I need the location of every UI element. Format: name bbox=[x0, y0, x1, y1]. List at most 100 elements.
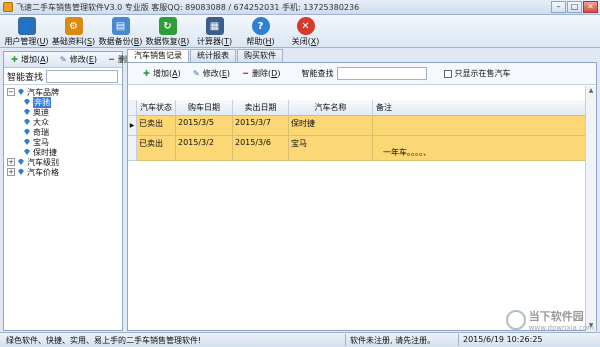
column-header[interactable]: 汽车名称 bbox=[289, 100, 373, 116]
user-management-button[interactable]: 👤 用户管理(U) bbox=[3, 15, 50, 48]
restore-icon: ↻ bbox=[158, 17, 177, 35]
maximize-button[interactable]: □ bbox=[567, 1, 582, 13]
edit-record-button[interactable]: ✎ 修改(E) bbox=[188, 67, 234, 80]
app-icon bbox=[3, 2, 13, 12]
tree-node-bmw[interactable]: 宝马 bbox=[7, 137, 122, 147]
category-search: 智能查找 bbox=[4, 68, 122, 85]
table-row[interactable]: 已卖出 2015/3/2 2015/3/6 宝马 一年车。。。。、 bbox=[128, 136, 586, 161]
window-title: 飞速二手车销售管理软件V3.0 专业版 客服QQ: 89083088 / 674… bbox=[16, 3, 360, 12]
diamond-icon bbox=[24, 109, 30, 115]
main-toolbar: 👤 用户管理(U) ⚙ 基础资料(S) ▤ 数据备份(B) ↻ 数据恢复(R) … bbox=[0, 15, 600, 48]
calculator-icon: ▦ bbox=[205, 17, 224, 35]
vertical-scrollbar[interactable]: ▲ ▼ bbox=[585, 86, 596, 331]
tab-statistics[interactable]: 统计报表 bbox=[190, 49, 236, 62]
category-panel: ✚ 增加(A) ✎ 修改(E) ━ 删除(D) 智能查找 − 汽车品牌 奔驰 奥… bbox=[3, 51, 146, 331]
delete-icon: ━ bbox=[243, 69, 248, 78]
collapse-toggle-icon[interactable]: − bbox=[7, 88, 15, 96]
table-cell[interactable]: 宝马 bbox=[289, 136, 373, 161]
title-bar: 飞速二手车销售管理软件V3.0 专业版 客服QQ: 89083088 / 674… bbox=[0, 0, 600, 15]
scroll-up-icon[interactable]: ▲ bbox=[586, 86, 596, 96]
add-category-button[interactable]: ✚ 增加(A) bbox=[6, 53, 53, 66]
table-cell[interactable]: 2015/3/2 bbox=[176, 136, 233, 161]
backup-icon: ▤ bbox=[111, 17, 130, 35]
tab-strip: 汽车销售记录 统计报表 购买软件 bbox=[127, 49, 597, 62]
diamond-icon bbox=[18, 169, 24, 175]
registration-status: 软件未注册, 请先注册。 bbox=[350, 336, 436, 345]
diamond-icon bbox=[24, 139, 30, 145]
only-selling-checkbox[interactable]: 只显示在售汽车 bbox=[444, 68, 510, 79]
search-label: 智能查找 bbox=[301, 69, 334, 78]
table-cell[interactable]: 2015/3/6 bbox=[233, 136, 289, 161]
tree-node-chery[interactable]: 奇瑞 bbox=[7, 127, 122, 137]
status-bar: 绿色软件、快捷、实用、易上手的二手车销售管理软件! 软件未注册, 请先注册。 2… bbox=[0, 332, 600, 347]
data-backup-button[interactable]: ▤ 数据备份(B) bbox=[97, 15, 144, 48]
column-header[interactable]: 购车日期 bbox=[176, 100, 233, 116]
watermark-text: 当下软件园 bbox=[528, 310, 584, 323]
search-label: 智能查找 bbox=[7, 72, 44, 83]
tree-node-brand[interactable]: − 汽车品牌 bbox=[7, 87, 122, 97]
row-indicator-header bbox=[128, 100, 137, 116]
checkbox-icon bbox=[444, 69, 453, 78]
basic-data-button[interactable]: ⚙ 基础资料(S) bbox=[50, 15, 97, 48]
help-icon: ? bbox=[251, 17, 270, 35]
table-cell[interactable]: 保时捷 bbox=[289, 116, 373, 136]
table-cell[interactable]: 2015/3/7 bbox=[233, 116, 289, 136]
grid-header: 汽车状态 购车日期 卖出日期 汽车名称 备注 bbox=[128, 100, 586, 116]
diamond-icon bbox=[24, 129, 30, 135]
records-toolbar: ✚ 增加(A) ✎ 修改(E) ━ 删除(D) 智能查找 只显示在售汽车 bbox=[128, 63, 596, 85]
tab-buy-software[interactable]: 购买软件 bbox=[237, 49, 283, 62]
sales-grid: 汽车状态 购车日期 卖出日期 汽车名称 备注 ▶ 已卖出 2015/3/5 20… bbox=[128, 100, 586, 161]
edit-icon: ✎ bbox=[192, 69, 200, 78]
table-cell[interactable]: 已卖出 bbox=[137, 136, 176, 161]
records-body: ✚ 增加(A) ✎ 修改(E) ━ 删除(D) 智能查找 只显示在售汽车 汽车状… bbox=[127, 62, 597, 331]
column-header[interactable]: 卖出日期 bbox=[233, 100, 289, 116]
delete-icon: ━ bbox=[109, 55, 114, 64]
user-icon: 👤 bbox=[17, 17, 36, 35]
close-window-button[interactable]: ✕ bbox=[583, 1, 598, 13]
watermark-logo bbox=[505, 310, 526, 330]
current-row-arrow-icon: ▶ bbox=[128, 116, 137, 136]
records-panel: 汽车销售记录 统计报表 购买软件 ✚ 增加(A) ✎ 修改(E) ━ 删除(D)… bbox=[127, 49, 597, 331]
table-cell[interactable]: 一年车。。。。、 bbox=[373, 136, 586, 161]
tree-node-level[interactable]: + 汽车级别 bbox=[7, 157, 122, 167]
diamond-icon bbox=[24, 149, 30, 155]
diamond-icon bbox=[24, 99, 30, 105]
table-cell[interactable]: 已卖出 bbox=[137, 116, 176, 136]
tree-node-audi[interactable]: 奥迪 bbox=[7, 107, 122, 117]
table-row[interactable]: ▶ 已卖出 2015/3/5 2015/3/7 保时捷 bbox=[128, 116, 586, 136]
tree-node-benz[interactable]: 奔驰 bbox=[7, 96, 122, 108]
category-tree: − 汽车品牌 奔驰 奥迪 大众 奇瑞 宝马 保时捷 + 汽车级别 + 汽车价格 bbox=[4, 85, 122, 177]
add-icon: ✚ bbox=[143, 69, 150, 78]
diamond-icon bbox=[18, 159, 24, 165]
row-indicator bbox=[128, 136, 137, 161]
column-header[interactable]: 汽车状态 bbox=[137, 100, 176, 116]
expand-toggle-icon[interactable]: + bbox=[7, 168, 15, 176]
status-datetime: 2015/6/19 10:26:25 bbox=[463, 335, 543, 344]
add-icon: ✚ bbox=[11, 55, 18, 64]
table-cell[interactable]: 2015/3/5 bbox=[176, 116, 233, 136]
status-slogan: 绿色软件、快捷、实用、易上手的二手车销售管理软件! bbox=[6, 336, 202, 345]
table-cell[interactable] bbox=[373, 116, 586, 136]
column-header[interactable]: 备注 bbox=[373, 100, 586, 116]
category-toolbar: ✚ 增加(A) ✎ 修改(E) ━ 删除(D) bbox=[4, 52, 146, 68]
expand-toggle-icon[interactable]: + bbox=[7, 158, 15, 166]
records-search: 智能查找 bbox=[301, 67, 428, 80]
edit-category-button[interactable]: ✎ 修改(E) bbox=[55, 53, 101, 66]
tree-node-vw[interactable]: 大众 bbox=[7, 117, 122, 127]
diamond-icon bbox=[24, 119, 30, 125]
tree-node-price[interactable]: + 汽车价格 bbox=[7, 167, 122, 177]
tab-sales-records[interactable]: 汽车销售记录 bbox=[127, 49, 189, 62]
minimize-button[interactable]: – bbox=[551, 1, 566, 13]
tree-node-porsche[interactable]: 保时捷 bbox=[7, 147, 122, 157]
gear-icon: ⚙ bbox=[64, 17, 83, 35]
delete-record-button[interactable]: ━ 删除(D) bbox=[237, 67, 284, 80]
help-button[interactable]: ? 帮助(H) bbox=[238, 15, 283, 48]
data-restore-button[interactable]: ↻ 数据恢复(R) bbox=[144, 15, 191, 48]
calculator-button[interactable]: ▦ 计算器(T) bbox=[191, 15, 238, 48]
records-search-input[interactable] bbox=[337, 67, 428, 80]
add-record-button[interactable]: ✚ 增加(A) bbox=[138, 67, 185, 80]
close-button[interactable]: ✕ 关闭(X) bbox=[283, 15, 328, 48]
category-search-input[interactable] bbox=[46, 69, 119, 83]
watermark-url: www.downxia.com bbox=[528, 324, 594, 332]
close-icon: ✕ bbox=[296, 17, 315, 35]
